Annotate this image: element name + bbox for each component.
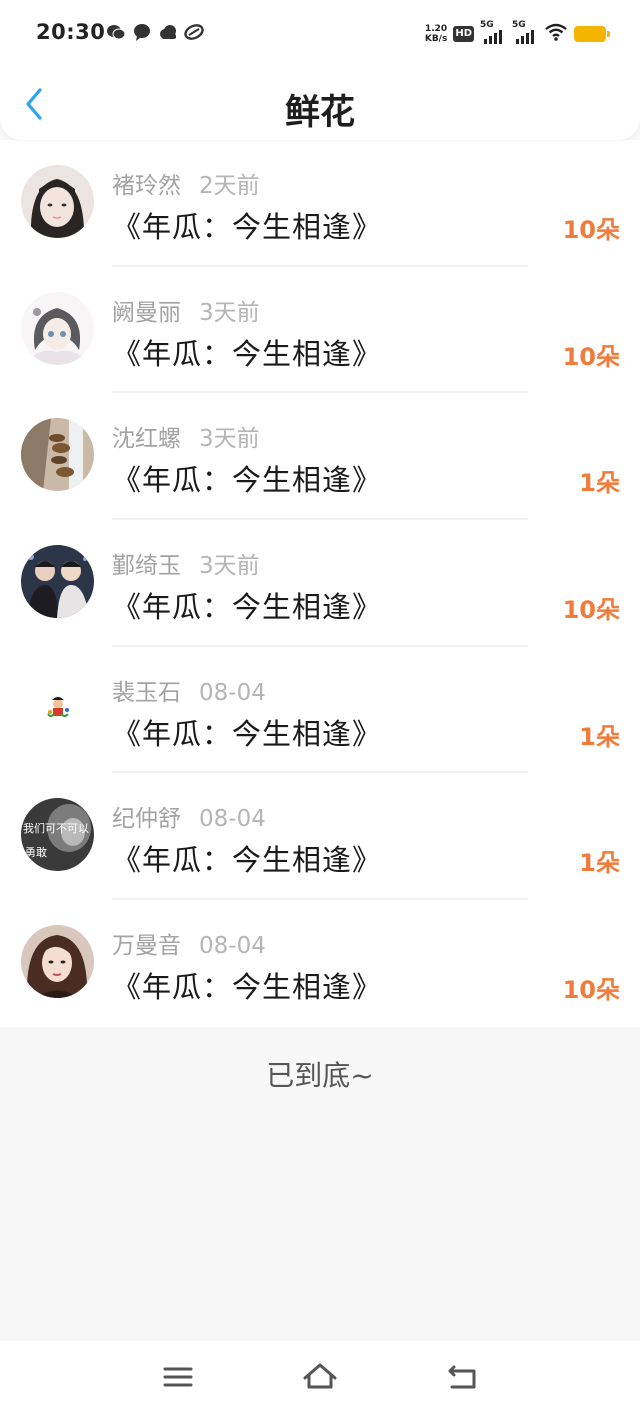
avatar[interactable] (21, 925, 94, 999)
back-nav-button[interactable] (444, 1361, 480, 1393)
user-info: 纪仲舒 08-04 (112, 799, 266, 833)
avatar[interactable] (21, 165, 94, 238)
home-button[interactable] (302, 1361, 338, 1393)
user-name: 裴玉石 (112, 679, 181, 706)
signal-icon-2: 5G (512, 20, 538, 44)
flower-count: 10朵 (562, 596, 620, 625)
user-name: 褚玲然 (112, 173, 181, 199)
signal-label-2: 5G (512, 20, 526, 30)
gift-time: 08-04 (199, 679, 266, 706)
flower-count: 1朵 (579, 849, 620, 878)
list-item[interactable]: 裴玉石 08-04 《年瓜：今生相逢》 1朵 (0, 647, 640, 774)
battery-icon (574, 26, 610, 42)
user-name: 沈红螺 (112, 426, 181, 453)
list-item[interactable]: 我们可不可以 勇敢 纪仲舒 08-04 《年瓜：今生相逢》 1朵 (0, 773, 640, 901)
network-speed: 1.20 KB/s (425, 24, 447, 44)
gift-time: 3天前 (199, 553, 260, 580)
gift-time: 08-04 (199, 806, 266, 833)
avatar[interactable] (21, 291, 94, 365)
list-item[interactable]: 褚玲然 2天前 《年瓜：今生相逢》 10朵 (0, 140, 640, 267)
user-info: 沈红螺 3天前 (112, 419, 260, 453)
list-item[interactable]: 鄞绮玉 3天前 《年瓜：今生相逢》 10朵 (0, 520, 640, 647)
avatar[interactable] (21, 545, 94, 619)
user-info: 阙曼丽 3天前 (112, 293, 260, 327)
list-item[interactable]: 沈红螺 3天前 《年瓜：今生相逢》 1朵 (0, 393, 640, 521)
list-item[interactable]: 阙曼丽 3天前 《年瓜：今生相逢》 10朵 (0, 267, 640, 394)
avatar[interactable]: 我们可不可以 勇敢 (21, 798, 94, 872)
flower-count: 1朵 (579, 722, 620, 751)
status-time: 20:30 (36, 20, 106, 44)
end-of-list-text: 已到底~ (266, 1059, 374, 1092)
user-name: 万曼音 (112, 933, 181, 960)
gift-time: 3天前 (199, 299, 260, 326)
wifi-icon (544, 22, 568, 46)
user-name: 阙曼丽 (112, 299, 181, 326)
back-icon (448, 1365, 476, 1389)
menu-icon (163, 1367, 193, 1387)
user-info: 褚玲然 2天前 (112, 166, 260, 200)
list-item[interactable]: 万曼音 08-04 《年瓜：今生相逢》 10朵 (0, 900, 640, 1027)
user-info: 万曼音 08-04 (112, 926, 266, 960)
user-info: 裴玉石 08-04 (112, 673, 266, 707)
status-notification-icons (106, 22, 204, 42)
network-speed-value: 1.20 (424, 24, 448, 34)
flower-count: 10朵 (562, 216, 620, 244)
message-icon (132, 22, 152, 42)
book-title[interactable]: 《年瓜：今生相逢》 (112, 711, 382, 753)
signal-label: 5G (480, 20, 494, 30)
avatar-caption: 我们可不可以 (23, 821, 89, 835)
gift-time: 2天前 (199, 173, 260, 199)
book-title[interactable]: 《年瓜：今生相逢》 (112, 964, 382, 1006)
gift-time: 08-04 (199, 933, 266, 960)
network-speed-unit: KB/s (424, 34, 448, 44)
flower-count: 1朵 (579, 469, 620, 498)
book-title[interactable]: 《年瓜：今生相逢》 (112, 457, 382, 499)
home-icon (303, 1363, 337, 1389)
menu-button[interactable] (160, 1361, 196, 1393)
wechat-icon (106, 22, 126, 42)
status-right-group: 1.20 KB/s HD 5G 5G (425, 20, 610, 46)
app-icon (184, 22, 204, 42)
flower-count: 10朵 (562, 342, 620, 371)
book-title[interactable]: 《年瓜：今生相逢》 (112, 331, 382, 373)
book-title[interactable]: 《年瓜：今生相逢》 (112, 204, 382, 246)
status-bar: 20:30 1.20 KB/s HD 5G 5G (0, 0, 640, 68)
user-name: 纪仲舒 (112, 806, 181, 833)
header-bar: 鲜花 (0, 68, 640, 140)
user-name: 鄞绮玉 (112, 553, 181, 580)
avatar-caption: 勇敢 (25, 845, 47, 859)
cloud-icon (158, 22, 178, 42)
avatar[interactable] (21, 418, 94, 492)
book-title[interactable]: 《年瓜：今生相逢》 (112, 837, 382, 879)
signal-icon: 5G (480, 20, 506, 44)
hd-badge: HD (453, 26, 474, 42)
gift-time: 3天前 (199, 426, 260, 453)
avatar[interactable] (21, 671, 94, 745)
book-title[interactable]: 《年瓜：今生相逢》 (112, 584, 382, 626)
page-title: 鲜花 (284, 93, 355, 133)
user-info: 鄞绮玉 3天前 (112, 546, 260, 580)
flower-count: 10朵 (562, 976, 620, 1005)
flower-list: 褚玲然 2天前 《年瓜：今生相逢》 10朵 阙曼丽 3天前 《年瓜：今生相逢》 10… (0, 140, 640, 1027)
system-nav-bar (0, 1341, 640, 1415)
